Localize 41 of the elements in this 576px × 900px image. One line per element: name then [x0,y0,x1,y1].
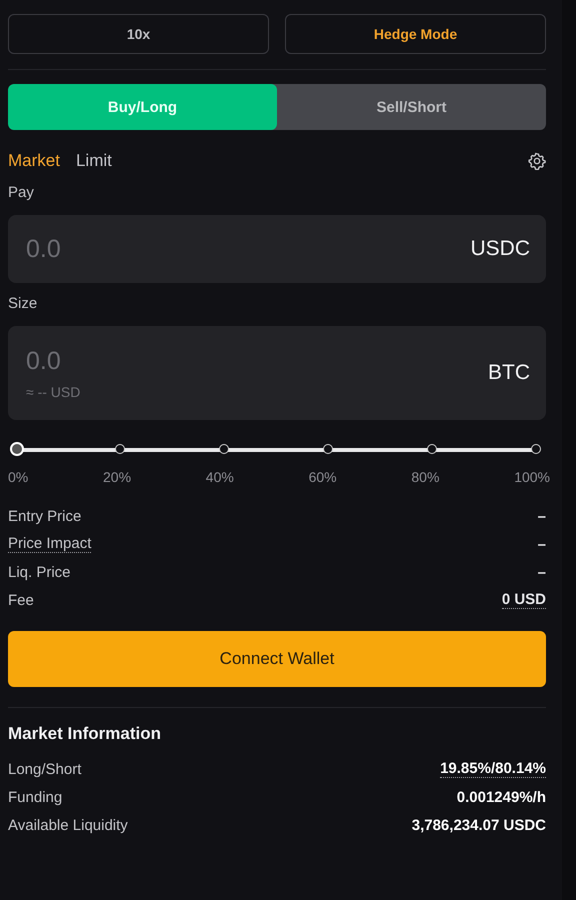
tick-label[interactable]: 0% [8,469,28,485]
slider-step-mark[interactable] [115,444,125,454]
detail-value: 0 USD [502,591,546,609]
tick-label[interactable]: 60% [308,469,337,485]
info-label: Funding [8,788,62,806]
order-type-tab[interactable]: Limit [76,151,112,171]
pay-input[interactable]: 0.0 [26,234,226,264]
detail-label: Price Impact [8,535,92,553]
detail-value: – [538,536,546,552]
info-value: 0.001249%/h [456,788,546,806]
tick-label[interactable]: 20% [103,469,132,485]
header-button[interactable]: Hedge Mode [285,14,546,54]
detail-label: Entry Price [8,508,82,524]
side-tab[interactable]: Sell/Short [277,84,546,130]
detail-label: Liq. Price [8,564,71,580]
detail-value: – [538,508,546,524]
slider-thumb[interactable] [10,442,24,456]
info-label: Available Liquidity [8,816,128,834]
currency-label: USDC [470,237,530,261]
order-type-tab[interactable]: Market [8,151,60,171]
slider-step-mark[interactable] [427,444,437,454]
tick-label[interactable]: 80% [411,469,440,485]
header-button[interactable]: 10x [8,14,269,54]
slider-step-mark[interactable] [219,444,229,454]
section-title: Market Information [8,724,162,744]
info-value: 3,786,234.07 USDC [412,816,546,834]
settings-icon[interactable] [528,152,546,170]
slider-step-mark[interactable] [531,444,541,454]
slider-step-mark[interactable] [323,444,333,454]
field-label: Size [8,295,38,312]
info-label: Long/Short [8,760,82,778]
connect-wallet-button[interactable]: Connect Wallet [8,631,546,687]
tick-label[interactable]: 40% [206,469,234,485]
usd-estimate: ≈ -- USD [26,384,82,400]
size-input[interactable]: 0.0 [26,346,226,376]
detail-value: – [538,564,546,580]
field-label: Pay [8,184,35,201]
tick-label[interactable]: 100% [514,469,550,485]
currency-label: BTC [488,361,530,385]
detail-label: Fee [8,592,34,608]
info-value: 19.85%/80.14% [440,760,546,778]
